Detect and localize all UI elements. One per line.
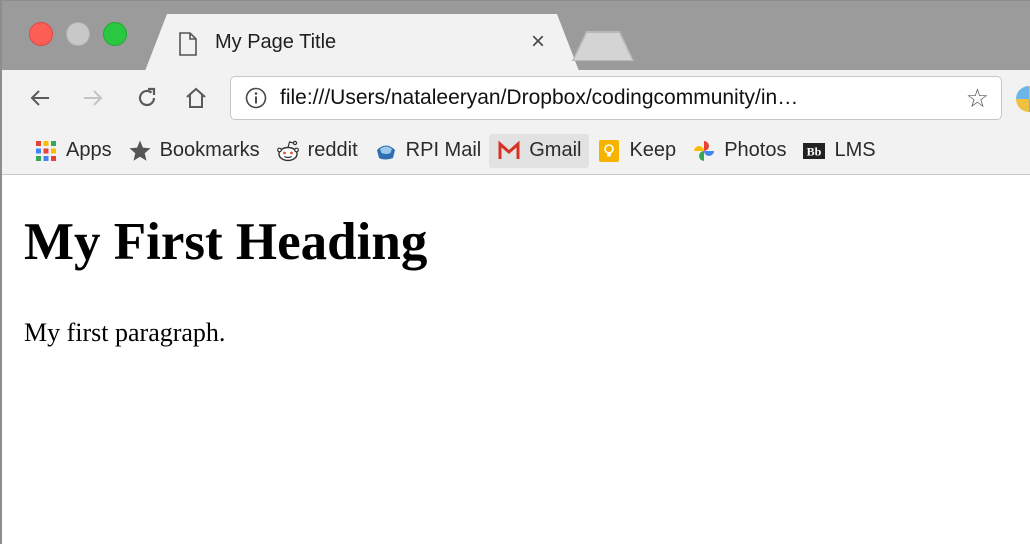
bookmark-star-icon[interactable]: ☆	[966, 84, 989, 112]
page-heading: My First Heading	[24, 213, 428, 271]
home-icon	[186, 87, 206, 108]
forward-button[interactable]	[77, 82, 109, 114]
navigation-toolbar: file:///Users/nataleeryan/Dropbox/coding…	[2, 70, 1030, 127]
extension-icon[interactable]	[1016, 86, 1030, 112]
blackboard-icon: Bb	[803, 142, 826, 159]
bookmark-reddit[interactable]: reddit	[268, 134, 366, 168]
star-icon	[129, 140, 151, 161]
window-minimize-button[interactable]	[66, 22, 90, 46]
bookmark-keep[interactable]: Keep	[589, 134, 684, 168]
info-icon[interactable]	[244, 86, 268, 110]
reddit-icon	[276, 140, 299, 161]
page-content: My First Heading My first paragraph.	[4, 176, 1030, 544]
gmail-icon	[498, 140, 520, 159]
bookmark-lms[interactable]: Bb LMS	[794, 134, 883, 168]
new-tab-button-face	[574, 33, 632, 60]
active-tab-content: My Page Title ×	[155, 14, 569, 71]
back-button[interactable]	[24, 82, 56, 114]
rpi-mail-icon	[376, 145, 395, 159]
page-icon	[179, 31, 197, 56]
bookmark-label: LMS	[834, 139, 876, 161]
bookmark-apps[interactable]: Apps	[26, 134, 120, 168]
bookmark-gmail[interactable]: Gmail	[489, 133, 590, 168]
browser-window: My Page Title × file:///Users/nataleerya…	[0, 0, 1030, 544]
window-maximize-button[interactable]	[103, 22, 127, 46]
bookmark-label: Keep	[629, 139, 677, 161]
bookmark-label: Gmail	[529, 139, 582, 161]
address-bar[interactable]: file:///Users/nataleeryan/Dropbox/coding…	[230, 76, 1002, 120]
bookmark-label: Photos	[724, 139, 787, 161]
tab-close-icon[interactable]: ×	[531, 30, 545, 54]
reload-button[interactable]	[131, 82, 163, 114]
back-arrow-icon	[30, 90, 49, 106]
keep-icon	[599, 139, 620, 162]
reload-icon	[138, 87, 156, 107]
bookmark-label: Bookmarks	[159, 139, 260, 161]
bookmark-rpi-mail[interactable]: RPI Mail	[366, 134, 490, 168]
window-close-button[interactable]	[29, 22, 53, 46]
bookmarks-bar: Apps Bookmarks reddit RPI Mail Gmail Kee…	[2, 127, 1030, 175]
bookmark-bookmarks[interactable]: Bookmarks	[120, 134, 268, 168]
url-text[interactable]: file:///Users/nataleeryan/Dropbox/coding…	[280, 86, 970, 110]
bookmark-label: RPI Mail	[405, 139, 482, 161]
forward-arrow-icon	[84, 90, 103, 106]
svg-text:Bb: Bb	[807, 144, 822, 158]
bookmark-label: Apps	[66, 139, 112, 161]
apps-grid-icon	[36, 140, 56, 161]
page-paragraph: My first paragraph.	[24, 318, 226, 347]
photos-icon	[694, 140, 715, 161]
tab-strip: My Page Title ×	[2, 1, 1030, 71]
bookmark-label: reddit	[307, 139, 358, 161]
bookmark-photos[interactable]: Photos	[684, 134, 794, 168]
home-button[interactable]	[180, 82, 212, 114]
tab-title: My Page Title	[215, 31, 337, 53]
